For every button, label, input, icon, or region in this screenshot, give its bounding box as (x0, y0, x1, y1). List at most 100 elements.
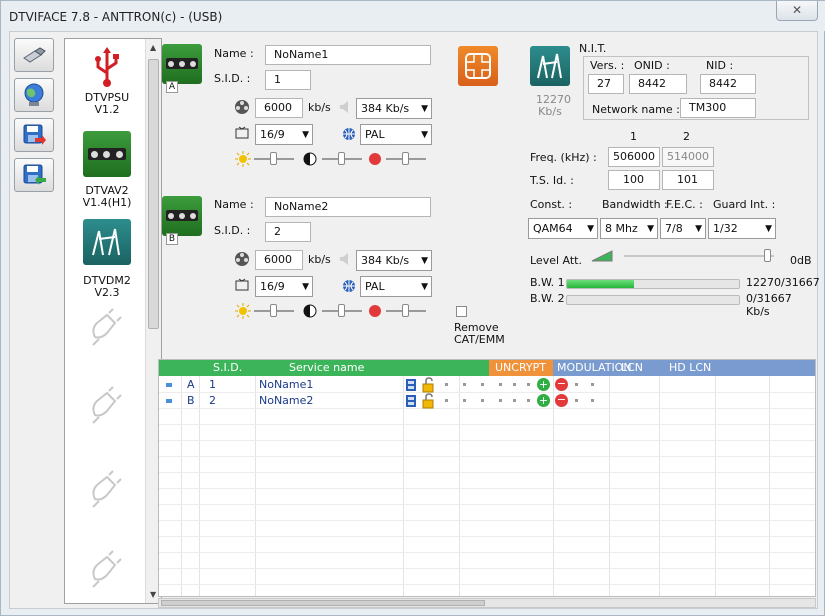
brightness-slider[interactable] (254, 152, 294, 166)
dot-icon (591, 399, 594, 402)
device-list: DTVPSU V1.2 DTVAV2 V1.4(H1) DTVDM2 V2.3 … (64, 38, 162, 604)
color-saturation-icon (369, 305, 381, 317)
network-button[interactable] (14, 78, 54, 112)
scrollbar-thumb[interactable] (148, 59, 159, 329)
ts-id-1-input[interactable]: 100 (608, 170, 660, 190)
service-a-sid-input[interactable]: 1 (265, 70, 311, 90)
contrast-slider[interactable] (322, 304, 362, 318)
col-header-lcn[interactable]: LCN (621, 360, 643, 376)
bw1-progress-bar (566, 279, 740, 289)
chevron-down-icon: ▼ (421, 256, 428, 266)
save-import-button[interactable] (14, 158, 54, 192)
globe-network-icon (24, 83, 44, 106)
cam-card-icon[interactable] (458, 46, 498, 86)
service-b-standard-select[interactable]: PAL ▼ (360, 276, 432, 297)
service-b-video-bitrate-input[interactable]: 6000 (255, 250, 303, 270)
column-divider (199, 376, 200, 596)
video-bitrate-unit: kb/s (308, 101, 331, 114)
scroll-up-arrow-icon[interactable]: ▲ (150, 43, 156, 52)
saturation-slider[interactable] (386, 152, 426, 166)
service-b-module-icon (162, 196, 202, 236)
ts-id-2-input[interactable]: 101 (662, 170, 714, 190)
column-divider (715, 376, 716, 596)
unlocked-padlock-icon (422, 393, 434, 409)
device-item-dtvpsu[interactable]: DTVPSU V1.2 (69, 45, 145, 116)
close-button[interactable]: ✕ (776, 1, 818, 21)
vers-input[interactable]: 27 (588, 74, 624, 94)
nit-bitrate-unit: Kb/s (538, 105, 562, 118)
row-sid: 2 (209, 394, 216, 407)
device-item-dtvdm2[interactable]: DTVDM2 V2.3 (69, 219, 145, 299)
service-a-standard-select[interactable]: PAL ▼ (360, 124, 432, 145)
window-title: DTVIFACE 7.8 - ANTTRON(c) - (USB) (9, 10, 223, 24)
constellation-select[interactable]: QAM64 ▼ (528, 218, 598, 239)
bandwidth-label: Bandwidth : (602, 198, 668, 211)
contrast-slider[interactable] (322, 152, 362, 166)
channel-2-header: 2 (683, 130, 690, 143)
fec-select[interactable]: 7/8 ▼ (660, 218, 706, 239)
level-att-slider[interactable] (624, 249, 774, 263)
table-row[interactable]: B 2 NoName2 + − (159, 393, 815, 409)
film-reel-icon (235, 100, 249, 114)
col-header-sid[interactable]: S.I.D. (213, 360, 242, 376)
remove-circle-icon[interactable]: − (555, 394, 568, 407)
brightness-slider[interactable] (254, 304, 294, 318)
nid-input[interactable]: 8442 (700, 74, 756, 94)
nid-label: NID : (706, 59, 734, 72)
service-a-audio-bitrate-select[interactable]: 384 Kb/s ▼ (356, 98, 432, 119)
bandwidth-select[interactable]: 8 Mhz ▼ (600, 218, 658, 239)
chevron-down-icon: ▼ (695, 224, 702, 234)
dot-icon (575, 399, 578, 402)
remove-cat-checkbox[interactable] (456, 306, 467, 317)
signal-level-icon (591, 250, 613, 262)
add-circle-icon[interactable]: + (537, 394, 550, 407)
empty-slot-plug-icon (92, 308, 122, 346)
empty-slot-plug-icon (92, 470, 122, 508)
globe-icon (343, 280, 355, 292)
device-version: V1.2 (94, 103, 120, 116)
freq-1-input[interactable]: 506000 (608, 147, 660, 167)
col-header-hd-lcn[interactable]: HD LCN (669, 360, 711, 376)
service-a-aspect-select[interactable]: 16/9 ▼ (255, 124, 313, 145)
dot-icon (527, 399, 530, 402)
saturation-slider[interactable] (386, 304, 426, 318)
usb-trident-icon (95, 47, 119, 87)
guard-int-select[interactable]: 1/32 ▼ (708, 218, 776, 239)
scroll-down-arrow-icon[interactable]: ▼ (150, 590, 156, 599)
title-bar: DTVIFACE 7.8 - ANTTRON(c) - (USB) ✕ (1, 1, 825, 31)
left-toolbar (14, 38, 58, 198)
save-import-icon (23, 164, 46, 185)
col-header-service-name[interactable]: Service name (289, 360, 364, 376)
column-divider (181, 376, 182, 596)
freq-2-input[interactable]: 514000 (662, 147, 714, 167)
service-b-aspect-select[interactable]: 16/9 ▼ (255, 276, 313, 297)
bw1-value: 12270/31667 (746, 276, 820, 289)
bw2-label: B.W. 2 (530, 292, 565, 305)
service-b-sid-input[interactable]: 2 (265, 222, 311, 242)
service-a-video-bitrate-input[interactable]: 6000 (255, 98, 303, 118)
service-b-name-input[interactable]: NoName2 (265, 197, 431, 217)
column-divider (609, 376, 610, 596)
row-tag: B (187, 394, 195, 407)
col-header-uncrypt[interactable]: UNCRYPT (495, 360, 546, 376)
add-circle-icon[interactable]: + (537, 378, 550, 391)
sid-label: S.I.D. : (214, 224, 251, 237)
usb-connect-button[interactable] (14, 38, 54, 72)
chevron-down-icon: ▼ (302, 130, 309, 140)
service-b-tag: B (166, 233, 178, 245)
network-name-input[interactable]: TM300 (680, 98, 756, 118)
remove-cat-label: Remove CAT/EMM (454, 321, 505, 346)
table-row[interactable]: A 1 NoName1 + − (159, 377, 815, 393)
chevron-down-icon: ▼ (421, 104, 428, 114)
antenna-module-icon (83, 219, 131, 265)
save-export-button[interactable] (14, 118, 54, 152)
service-a-name-input[interactable]: NoName1 (265, 45, 431, 65)
table-horizontal-scrollbar[interactable] (158, 598, 816, 608)
remove-circle-icon[interactable]: − (555, 378, 568, 391)
contrast-icon (303, 152, 317, 166)
service-b-audio-bitrate-select[interactable]: 384 Kb/s ▼ (356, 250, 432, 271)
scrollbar-thumb[interactable] (161, 600, 485, 606)
empty-slot-plug-icon (92, 550, 122, 588)
onid-input[interactable]: 8442 (629, 74, 687, 94)
device-item-dtvav2[interactable]: DTVAV2 V1.4(H1) (69, 131, 145, 209)
